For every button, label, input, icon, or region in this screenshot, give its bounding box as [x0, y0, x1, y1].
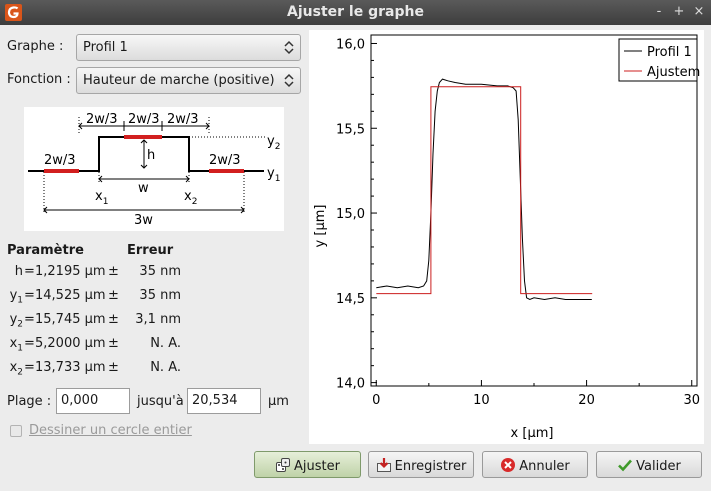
param-error: 35 nm — [139, 264, 181, 279]
legend: Profil 1 Ajustem — [618, 38, 700, 82]
cancel-icon — [501, 458, 516, 472]
y-tick-label: 15,5 — [336, 122, 365, 137]
fit-chart[interactable]: 0 10 20 30 14,0 14,5 15,0 15,5 16,0 x [µm] y [µm… — [309, 30, 704, 444]
range-unit: µm — [268, 394, 289, 409]
cancel-button[interactable]: Annuler — [482, 451, 588, 478]
param-eq: = — [24, 264, 35, 279]
x-tick-label: 10 — [473, 393, 490, 408]
diagram-x1-label: x1 — [95, 189, 108, 207]
diagram-top-mid-label: 2w/3 — [128, 112, 160, 127]
diagram-left-seg-label: 2w/3 — [44, 153, 76, 168]
fit-line — [376, 86, 593, 295]
param-name: h — [14, 264, 23, 279]
diagram-x2-label: x2 — [184, 189, 197, 207]
param-error: N. A. — [150, 336, 181, 351]
y-axis-label: y [µm] — [313, 205, 328, 248]
param-error: N. A. — [150, 360, 181, 375]
diagram-y2-label: y2 — [267, 134, 280, 152]
full-circle-checkbox[interactable] — [10, 425, 22, 437]
minimize-button[interactable]: - — [650, 3, 668, 21]
param-value: 5,2000 µm — [35, 336, 106, 351]
checkmark-icon — [618, 459, 633, 472]
result-row: x2 = 13,733 µm ± N. A. — [0, 360, 300, 380]
range-from-input[interactable]: 0,000 — [56, 388, 130, 414]
diagram-y1-label: y1 — [267, 166, 280, 184]
save-button-label: Enregistrer — [394, 459, 467, 474]
y-tick-label: 16,0 — [336, 37, 365, 52]
param-pm: ± — [108, 288, 119, 303]
maximize-button[interactable]: + — [670, 3, 688, 21]
fit-button[interactable]: Ajuster — [254, 451, 361, 478]
ok-button-label: Valider — [636, 459, 681, 474]
x-tick-label: 30 — [683, 393, 700, 408]
fit-button-label: Ajuster — [294, 459, 340, 474]
result-row: h = 1,2195 µm ±35 nm — [0, 264, 300, 284]
function-label: Fonction : — [7, 72, 71, 87]
param-eq: = — [24, 336, 35, 351]
fit-graph-dialog: Ajuster le graphe - + × Graphe : Profil … — [0, 0, 711, 491]
param-pm: ± — [108, 360, 119, 375]
param-error: 3,1 nm — [135, 312, 181, 327]
range-label: Plage : — [7, 394, 52, 409]
param-eq: = — [24, 312, 35, 327]
function-select-value: Hauteur de marche (positive) — [83, 73, 275, 88]
full-circle-label[interactable]: Dessiner un cercle entier — [29, 423, 192, 438]
function-select[interactable]: Hauteur de marche (positive) — [76, 67, 301, 94]
x-axis-label: x [µm] — [511, 426, 554, 441]
diagram-top-left-label: 2w/3 — [86, 112, 118, 127]
diagram-w-label: w — [138, 181, 149, 196]
param-eq: = — [24, 360, 35, 375]
y-tick-label: 14,5 — [336, 292, 365, 307]
param-value: 15,745 µm — [35, 312, 106, 327]
plot-frame — [370, 34, 698, 387]
graph-select[interactable]: Profil 1 — [76, 34, 301, 61]
close-button[interactable]: × — [690, 3, 708, 21]
diagram-h-label: h — [147, 148, 155, 163]
param-pm: ± — [108, 312, 119, 327]
title-bar[interactable]: Ajuster le graphe - + × — [0, 0, 711, 25]
param-name: x1 — [9, 336, 23, 354]
param-error: 35 nm — [139, 288, 181, 303]
diagram-right-seg-label: 2w/3 — [209, 153, 241, 168]
profile-line — [376, 78, 592, 301]
step-function-diagram: 2w/3 2w/3 2w/3 h w 2w/3 2w/3 y2 y1 x1 x2… — [24, 107, 284, 231]
graph-select-value: Profil 1 — [83, 40, 128, 55]
param-pm: ± — [108, 264, 119, 279]
range-to-input[interactable]: 20,534 — [187, 388, 261, 414]
param-name: x2 — [9, 360, 23, 378]
x-tick-label: 0 — [372, 393, 380, 408]
updown-arrows-icon — [284, 40, 294, 55]
save-icon — [376, 458, 391, 472]
ok-button[interactable]: Valider — [596, 451, 702, 478]
param-name: y2 — [9, 312, 23, 330]
x-tick-label: 20 — [578, 393, 595, 408]
param-eq: = — [24, 288, 35, 303]
save-button[interactable]: Enregistrer — [368, 451, 474, 478]
legend-profile-label: Profil 1 — [647, 45, 692, 60]
diagram-top-right-label: 2w/3 — [167, 112, 199, 127]
legend-fit-label: Ajustem — [647, 65, 700, 80]
param-pm: ± — [108, 336, 119, 351]
updown-arrows-icon — [284, 73, 294, 88]
dice-icon — [276, 458, 291, 472]
range-to-label: jusqu'à — [137, 394, 184, 409]
window-title: Ajuster le graphe — [287, 4, 424, 20]
y-tick-label: 14,0 — [336, 377, 365, 392]
cancel-button-label: Annuler — [519, 459, 570, 474]
graph-label: Graphe : — [7, 39, 64, 54]
param-value: 14,525 µm — [35, 288, 106, 303]
param-value: 1,2195 µm — [35, 264, 106, 279]
step-diagram-svg: 2w/3 2w/3 2w/3 h w 2w/3 2w/3 y2 y1 x1 x2… — [28, 112, 280, 228]
y-tick-label: 15,0 — [336, 207, 365, 222]
param-value: 13,733 µm — [35, 360, 106, 375]
result-row: x1 = 5,2000 µm ± N. A. — [0, 336, 300, 356]
result-row: y1 = 14,525 µm ±35 nm — [0, 288, 300, 308]
param-header: Paramètre — [7, 243, 84, 258]
param-name: y1 — [9, 288, 23, 306]
error-header: Erreur — [127, 243, 174, 258]
diagram-total-label: 3w — [134, 213, 153, 228]
graph-area[interactable]: 0 10 20 30 14,0 14,5 15,0 15,5 16,0 x [µm] y [µm… — [309, 30, 704, 444]
result-row: y2 = 15,745 µm ±3,1 nm — [0, 312, 300, 332]
